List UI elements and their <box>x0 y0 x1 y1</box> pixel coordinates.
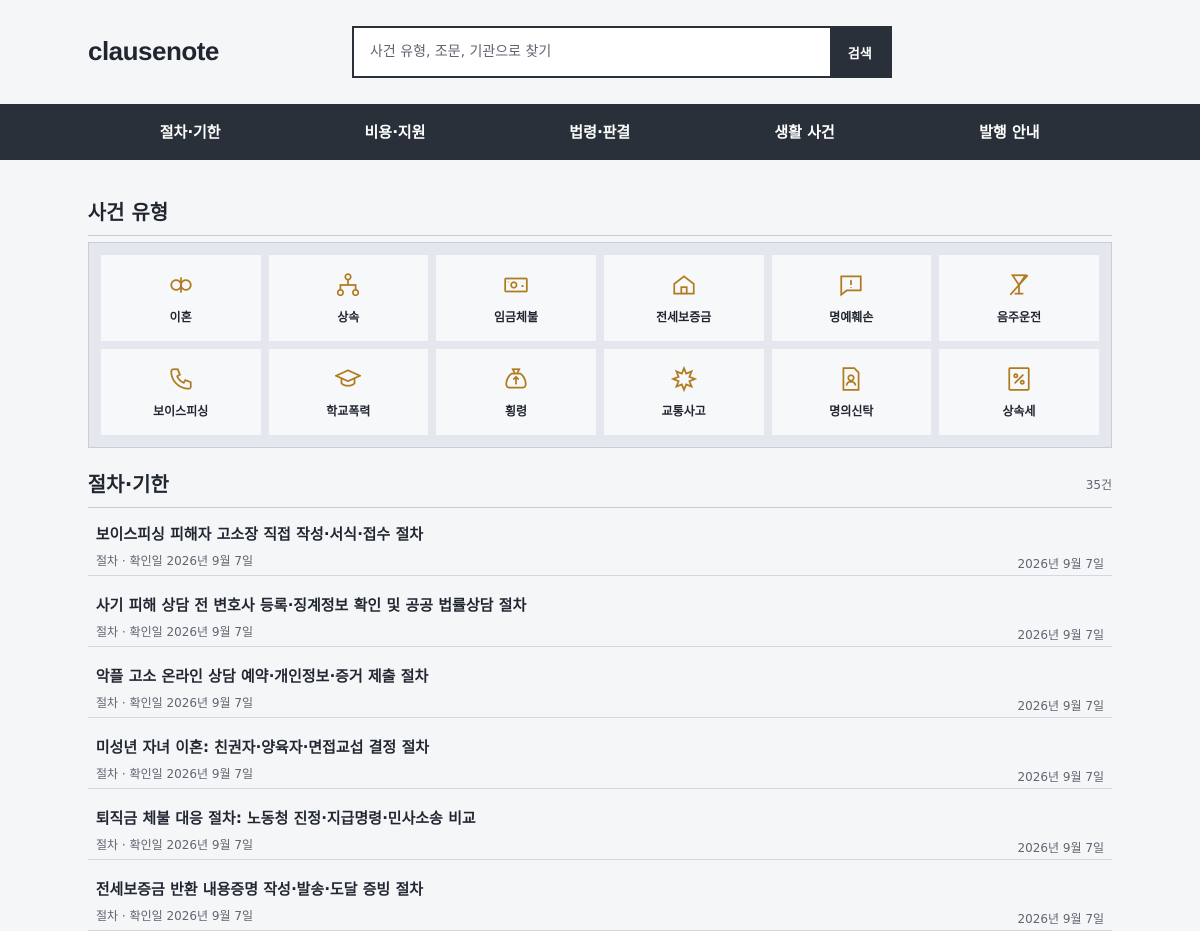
category-label: 임금체불 <box>494 309 539 324</box>
id-document-icon <box>843 366 860 391</box>
list-item-date: 2026년 9월 7일 <box>1017 912 1104 926</box>
nav-item-publishing[interactable]: 발행 안내 <box>907 104 1112 160</box>
category-label: 이혼 <box>169 309 192 324</box>
list-item-meta: 절차 · 확인일 2026년 9월 7일 <box>96 838 254 852</box>
category-label: 상속세 <box>1002 403 1036 418</box>
nav-item-laws[interactable]: 법령·판결 <box>498 104 703 160</box>
category-defamation[interactable]: 명예훼손 <box>771 255 932 341</box>
category-label: 음주운전 <box>997 309 1042 324</box>
category-grid: 이혼 상속 임금체불 전세보증금 명예훼손 음주운전 보이스피싱 학교폭력 횡령… <box>88 242 1112 448</box>
procedures-header: 절차·기한 35건 <box>88 468 1112 508</box>
category-voice-phishing[interactable]: 보이스피싱 <box>101 349 261 435</box>
list-item[interactable]: 전세보증금 반환 내용증명 작성·발송·도달 증빙 절차 절차 · 확인일 20… <box>88 860 1112 931</box>
category-label: 전세보증금 <box>656 309 712 324</box>
categories-header: 사건 유형 <box>88 196 1112 236</box>
list-item-meta: 절차 · 확인일 2026년 9월 7일 <box>96 767 254 781</box>
list-item-meta: 절차 · 확인일 2026년 9월 7일 <box>96 909 254 923</box>
list-item[interactable]: 악플 고소 온라인 상담 예약·개인정보·증거 제출 절차 절차 · 확인일 2… <box>88 647 1112 718</box>
nav-item-life-cases[interactable]: 생활 사건 <box>702 104 907 160</box>
list-item-title[interactable]: 악플 고소 온라인 상담 예약·개인정보·증거 제출 절차 <box>96 665 1104 686</box>
category-unpaid-wages[interactable]: 임금체불 <box>436 255 596 341</box>
list-item-meta: 절차 · 확인일 2026년 9월 7일 <box>96 554 254 568</box>
list-item-meta: 절차 · 확인일 2026년 9월 7일 <box>96 696 254 710</box>
search-input[interactable] <box>354 28 830 76</box>
category-jeonse-deposit[interactable]: 전세보증금 <box>604 255 764 341</box>
main-nav: 절차·기한 비용·지원 법령·판결 생활 사건 발행 안내 <box>0 104 1200 160</box>
nav-item-costs[interactable]: 비용·지원 <box>293 104 498 160</box>
list-item-title[interactable]: 전세보증금 반환 내용증명 작성·발송·도달 증빙 절차 <box>96 878 1104 899</box>
category-title-trust[interactable]: 명의신탁 <box>771 349 932 435</box>
divorce-icon <box>170 276 192 293</box>
procedure-list: 보이스피싱 피해자 고소장 직접 작성·서식·접수 절차 절차 · 확인일 20… <box>88 505 1112 931</box>
list-item[interactable]: 퇴직금 체불 대응 절차: 노동청 진정·지급명령·민사소송 비교 절차 · 확… <box>88 789 1112 860</box>
list-item[interactable]: 사기 피해 상담 전 변호사 등록·징계정보 확인 및 공공 법률상담 절차 절… <box>88 576 1112 647</box>
list-item-title[interactable]: 보이스피싱 피해자 고소장 직접 작성·서식·접수 절차 <box>96 523 1104 544</box>
category-divorce[interactable]: 이혼 <box>101 255 261 341</box>
list-item[interactable]: 미성년 자녀 이혼: 친권자·양육자·면접교섭 결정 절차 절차 · 확인일 2… <box>88 718 1112 789</box>
category-label: 교통사고 <box>661 403 706 418</box>
category-label: 보이스피싱 <box>153 403 209 418</box>
list-item-date: 2026년 9월 7일 <box>1017 628 1104 642</box>
list-item-meta: 절차 · 확인일 2026년 9월 7일 <box>96 625 254 639</box>
procedures-count: 35건 <box>1085 478 1112 492</box>
list-item[interactable]: 보이스피싱 피해자 고소장 직접 작성·서식·접수 절차 절차 · 확인일 20… <box>88 505 1112 576</box>
list-item-date: 2026년 9월 7일 <box>1017 557 1104 571</box>
list-item-date: 2026년 9월 7일 <box>1017 841 1104 855</box>
site-header: clausenote 검색 <box>0 0 1200 104</box>
list-item-title[interactable]: 퇴직금 체불 대응 절차: 노동청 진정·지급명령·민사소송 비교 <box>96 807 1104 828</box>
category-label: 상속 <box>337 309 360 324</box>
category-label: 횡령 <box>505 403 528 418</box>
no-drink-icon <box>1009 273 1029 295</box>
inheritance-icon <box>337 272 360 296</box>
money-bag-icon <box>505 367 527 389</box>
category-school-violence[interactable]: 학교폭력 <box>268 349 429 435</box>
list-item-title[interactable]: 미성년 자녀 이혼: 친권자·양육자·면접교섭 결정 절차 <box>96 736 1104 757</box>
categories-title: 사건 유형 <box>88 200 169 224</box>
list-item-title[interactable]: 사기 피해 상담 전 변호사 등록·징계정보 확인 및 공공 법률상담 절차 <box>96 594 1104 615</box>
search-bar: 검색 <box>352 26 892 78</box>
procedures-title: 절차·기한 <box>88 472 170 496</box>
category-inheritance-tax[interactable]: 상속세 <box>939 349 1099 435</box>
category-label: 명의신탁 <box>829 403 874 418</box>
list-item-date: 2026년 9월 7일 <box>1017 699 1104 713</box>
category-embezzlement[interactable]: 횡령 <box>436 349 596 435</box>
graduation-cap-icon <box>335 368 362 387</box>
category-label: 명예훼손 <box>829 309 874 324</box>
speech-alert-icon <box>840 274 863 297</box>
category-inheritance[interactable]: 상속 <box>268 255 429 341</box>
nav-item-procedures[interactable]: 절차·기한 <box>88 104 293 160</box>
category-traffic-accident[interactable]: 교통사고 <box>604 349 764 435</box>
money-icon <box>504 277 528 292</box>
category-label: 학교폭력 <box>326 403 371 418</box>
search-button[interactable]: 검색 <box>830 28 890 76</box>
phone-icon <box>170 367 192 390</box>
site-logo[interactable]: clausenote <box>88 36 219 67</box>
category-drunk-driving[interactable]: 음주운전 <box>939 255 1099 341</box>
crash-icon <box>670 365 697 392</box>
percent-icon <box>1008 366 1030 391</box>
list-item-date: 2026년 9월 7일 <box>1017 770 1104 784</box>
house-icon <box>673 274 695 295</box>
